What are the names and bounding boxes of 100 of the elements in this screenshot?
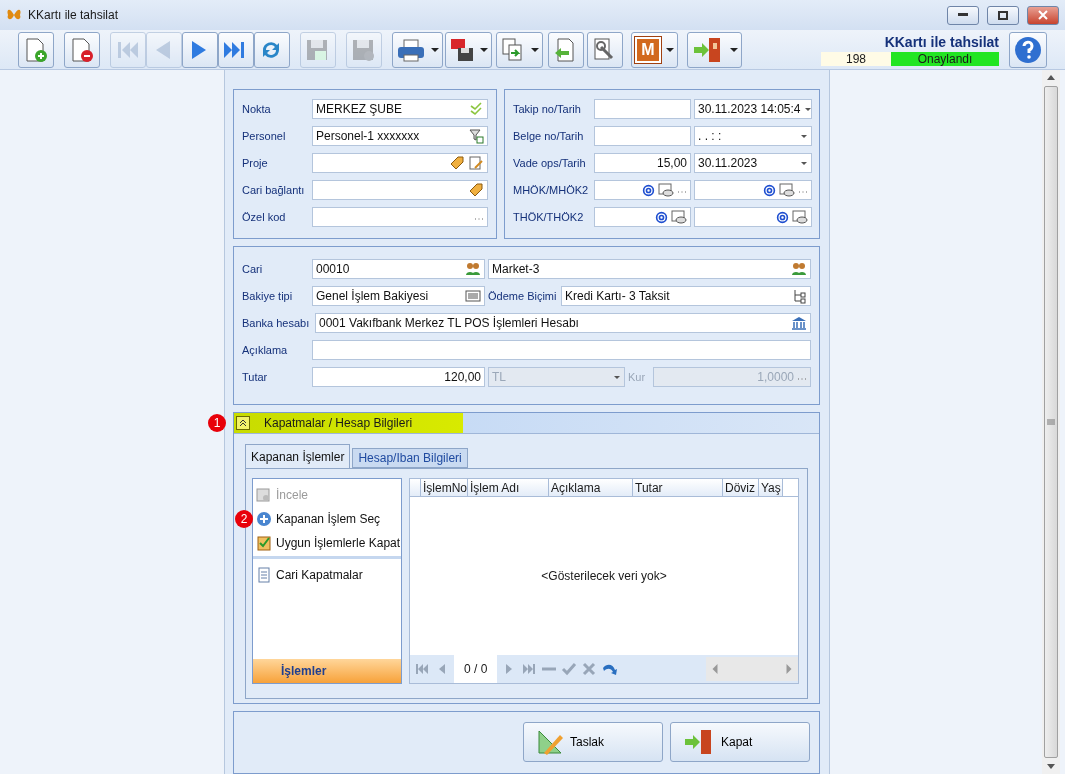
toolbar-button[interactable] <box>587 31 623 68</box>
column-header: Döviz <box>723 479 759 496</box>
section-title: Kapatmalar / Hesap Bilgileri <box>264 416 413 430</box>
printer-icon <box>396 36 426 63</box>
column-header: İşlemNo <box>421 479 468 496</box>
horizontal-scrollbar[interactable] <box>706 657 798 681</box>
caret-icon <box>431 47 439 52</box>
window-eye-icon <box>792 209 808 225</box>
field-label: Banka hesabı <box>242 316 311 331</box>
input-field[interactable] <box>594 180 691 200</box>
field-label: Proje <box>242 156 269 171</box>
caret-icon <box>531 47 539 52</box>
caret-icon <box>803 105 811 113</box>
input-field[interactable] <box>594 126 691 146</box>
field-label: Takip no/Tarih <box>513 102 582 117</box>
action-button[interactable]: Kapat <box>670 722 810 763</box>
form-title: KKartı ile tahsilat <box>884 33 999 50</box>
input-field[interactable] <box>312 153 488 173</box>
vertical-scrollbar[interactable] <box>1042 70 1060 774</box>
toolbar-button[interactable] <box>182 31 218 68</box>
field-label: Açıklama <box>242 343 289 358</box>
input-field[interactable]: 0001 Vakıfbank Merkez TL POS İşlemleri Hesabı <box>315 313 811 333</box>
caret-icon <box>613 373 621 381</box>
input-field[interactable]: Personel-1 xxxxxxx <box>312 126 488 146</box>
field-label: Tutar <box>242 370 269 385</box>
input-field[interactable] <box>312 340 811 360</box>
input-field[interactable]: Kredi Kartı- 3 Taksit <box>561 286 811 306</box>
input-field[interactable]: 30.11.2023 14:05:4 <box>694 99 812 119</box>
input-field[interactable]: 15,00 <box>594 153 691 173</box>
tab[interactable]: Hesap/Iban Bilgileri <box>352 448 468 468</box>
input-field[interactable] <box>312 207 488 227</box>
input-field[interactable] <box>694 180 812 200</box>
input-field[interactable]: Genel İşlem Bakiyesi <box>312 286 485 306</box>
input-field[interactable] <box>594 207 691 227</box>
maximize-button[interactable] <box>987 5 1019 25</box>
input-field[interactable] <box>594 99 691 119</box>
action-item[interactable]: Uygun İşlemlerle Kapat <box>256 533 398 553</box>
callout-badge: 2 <box>235 510 253 528</box>
input-field[interactable]: Market-3 <box>488 259 811 279</box>
double-chevron-icon <box>239 419 247 427</box>
column-header: Yaş <box>759 479 783 496</box>
toolbar-button[interactable] <box>64 31 100 68</box>
check-icon <box>468 101 484 117</box>
people-icon <box>791 261 807 277</box>
checklist-icon <box>256 535 272 551</box>
toolbar-button[interactable] <box>687 31 742 68</box>
first-record-icon <box>414 661 430 677</box>
field-label: Özel kod <box>242 210 287 225</box>
input-field[interactable]: 120,00 <box>312 367 485 387</box>
document-list-icon <box>256 567 272 583</box>
input-field[interactable] <box>312 180 488 200</box>
caret-icon <box>800 159 808 167</box>
help-button[interactable] <box>1009 31 1047 68</box>
window-eye-icon <box>658 182 674 198</box>
field-label: Vade ops/Tarih <box>513 156 587 171</box>
filter-check-icon <box>468 128 484 144</box>
caret-icon <box>730 47 738 52</box>
empty-message: <Gösterilecek veri yok> <box>541 569 667 583</box>
minimize-button[interactable] <box>947 5 979 25</box>
collapse-button[interactable] <box>236 416 250 430</box>
pdf-save-icon <box>449 36 475 63</box>
edit-icon <box>468 155 484 171</box>
check-icon <box>561 661 578 677</box>
scroll-right-icon <box>786 664 792 674</box>
field-label: Cari <box>242 262 264 277</box>
field-label: Belge no/Tarih <box>513 129 585 144</box>
at-sign-icon <box>763 183 776 197</box>
input-field[interactable] <box>694 207 812 227</box>
at-sign-icon <box>655 210 668 224</box>
caret-icon <box>480 47 488 52</box>
input-field[interactable]: 30.11.2023 <box>694 153 812 173</box>
field-label: Cari bağlantı <box>242 183 306 198</box>
column-header: Açıklama <box>549 479 633 496</box>
column-header: Tutar <box>633 479 723 496</box>
input-field[interactable]: 00010 <box>312 259 485 279</box>
toolbar-button[interactable] <box>445 31 492 68</box>
minimize-icon <box>958 13 968 17</box>
toolbar-button[interactable] <box>218 31 254 68</box>
tag-icon <box>449 155 465 171</box>
field-label: Personel <box>242 129 287 144</box>
field-label: Ödeme Biçimi <box>488 289 558 304</box>
caret-icon <box>666 47 674 52</box>
at-sign-icon <box>776 210 789 224</box>
toolbar-button[interactable]: M <box>631 31 678 68</box>
input-field[interactable]: MERKEZ ŞUBE <box>312 99 488 119</box>
window-eye-icon <box>779 182 795 198</box>
people-icon <box>465 261 481 277</box>
scroll-left-icon <box>712 664 718 674</box>
close-button[interactable] <box>1027 5 1059 25</box>
maximize-icon <box>998 10 1008 20</box>
last-record-icon <box>521 661 538 677</box>
input-field[interactable]: . . : : <box>694 126 812 146</box>
plus-circle-icon <box>256 511 272 527</box>
at-sign-icon <box>642 183 655 197</box>
action-button[interactable]: Taslak <box>523 722 663 763</box>
toolbar-button[interactable] <box>392 31 443 68</box>
action-item[interactable]: Cari Kapatmalar <box>256 565 398 585</box>
tab[interactable]: Kapanan İşlemler <box>245 444 351 468</box>
window-eye-icon <box>671 209 687 225</box>
callout-badge: 1 <box>208 414 226 432</box>
